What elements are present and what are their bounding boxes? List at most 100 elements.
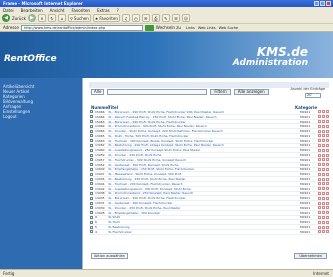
copy-icon[interactable] xyxy=(322,163,325,167)
copy-icon[interactable] xyxy=(322,182,325,186)
copy-icon[interactable] xyxy=(322,177,325,181)
copy-icon[interactable] xyxy=(322,215,325,219)
bulk-action-select[interactable]: Aktion auswählen xyxy=(91,253,128,259)
row-title-link[interactable]: 3L - Drucker - 250 Profi, Stuhl Eiche, P… xyxy=(105,206,300,210)
show-all-button[interactable]: Alle anzeigen xyxy=(233,89,269,95)
menu-file[interactable]: Datei xyxy=(3,8,14,13)
copy-icon[interactable] xyxy=(322,230,325,234)
category-filter-select[interactable]: Alle xyxy=(91,89,105,95)
delete-icon[interactable] xyxy=(326,201,329,205)
copy-icon[interactable] xyxy=(322,167,325,171)
delete-icon[interactable] xyxy=(326,177,329,181)
refresh-icon[interactable]: ↻ xyxy=(47,14,56,22)
menu-tools[interactable]: Extras xyxy=(97,8,110,13)
delete-icon[interactable] xyxy=(326,167,329,171)
delete-icon[interactable] xyxy=(326,163,329,167)
row-title-link[interactable]: 3L - Büroraum - 300 Profi, Stuhl Eiche, … xyxy=(105,196,300,200)
minimize-icon[interactable] xyxy=(314,1,319,6)
delete-icon[interactable] xyxy=(326,124,329,128)
copy-icon[interactable] xyxy=(322,110,325,114)
row-title-link[interactable]: 3L - Empfangstheke - 150 Profi, Stuhl Ei… xyxy=(105,167,300,171)
row-title-link[interactable]: 3L Stuhl xyxy=(105,215,300,219)
row-title-link[interactable]: 3L - Ausstellungswand - 300 Profi, Konze… xyxy=(105,187,300,191)
row-title-link[interactable]: 3L - Tischset - 200 Konzept, Flachdrucke… xyxy=(105,182,300,186)
link-item[interactable]: Web Links xyxy=(198,26,216,30)
edit-icon[interactable] xyxy=(318,124,321,128)
delete-icon[interactable] xyxy=(326,153,329,157)
edit-icon[interactable] xyxy=(318,158,321,162)
row-title-link[interactable]: 3L - Büroraum - 290 Profi, Stuhl Eiche, … xyxy=(105,120,300,124)
row-title-link[interactable]: 3L - Drucker - 250 Profi, Stuhl Eiche xyxy=(105,153,300,157)
link-item[interactable]: Web Suche xyxy=(219,26,238,30)
maximize-icon[interactable] xyxy=(320,1,325,6)
delete-icon[interactable] xyxy=(326,225,329,229)
copy-icon[interactable] xyxy=(322,129,325,133)
delete-icon[interactable] xyxy=(326,148,329,152)
edit-icon[interactable] xyxy=(318,167,321,171)
row-title-link[interactable]: 3L - Promotionsstand - 300 Profi, Stuhl … xyxy=(105,124,300,128)
row-title-link[interactable]: 3L - Promotionsstand - 250 Konzept, Paul… xyxy=(105,191,300,195)
row-title-link[interactable]: 3L - Ausstellungswand - 250 Konzept Stuh… xyxy=(105,148,300,152)
delete-icon[interactable] xyxy=(326,206,329,210)
delete-icon[interactable] xyxy=(326,119,329,123)
edit-icon[interactable] xyxy=(318,201,321,205)
edit-icon[interactable]: ✎ xyxy=(161,14,170,22)
menu-edit[interactable]: Bearbeiten xyxy=(21,8,43,13)
edit-icon[interactable] xyxy=(318,139,321,143)
stop-icon[interactable]: ✕ xyxy=(37,14,46,22)
row-title-link[interactable]: 3L Bestuhlung xyxy=(105,225,300,229)
delete-icon[interactable] xyxy=(326,196,329,200)
copy-icon[interactable] xyxy=(322,148,325,152)
messenger-icon[interactable]: ☺ xyxy=(181,14,191,22)
delete-icon[interactable] xyxy=(326,115,329,119)
address-input[interactable]: http://www.kms.de/rentoffice/admin/index… xyxy=(20,24,143,31)
delete-icon[interactable] xyxy=(326,139,329,143)
apply-button[interactable]: Übernehmen xyxy=(294,253,327,259)
copy-icon[interactable] xyxy=(322,119,325,123)
edit-icon[interactable] xyxy=(318,153,321,157)
back-label[interactable]: Zurück xyxy=(12,16,26,21)
search-filter-input[interactable] xyxy=(107,89,208,95)
close-icon[interactable] xyxy=(326,1,331,6)
edit-icon[interactable] xyxy=(318,163,321,167)
forward-icon[interactable]: ▶ xyxy=(27,14,36,22)
edit-icon[interactable] xyxy=(318,119,321,123)
delete-icon[interactable] xyxy=(326,187,329,191)
delete-icon[interactable] xyxy=(326,129,329,133)
edit-icon[interactable] xyxy=(318,182,321,186)
delete-icon[interactable] xyxy=(326,211,329,215)
menu-help[interactable]: ? xyxy=(117,8,119,13)
menu-favorites[interactable]: Favoriten xyxy=(71,8,90,13)
go-button[interactable] xyxy=(144,24,154,31)
row-title-link[interactable]: 3L - Flachdrucker - 300 Stuhl Eiche, Kon… xyxy=(105,158,300,162)
copy-icon[interactable] xyxy=(322,153,325,157)
search-icon[interactable]: ⚲ Suchen xyxy=(67,14,91,22)
history-icon[interactable]: ◷ xyxy=(131,14,140,22)
sidebar-item-logout[interactable]: Logout xyxy=(3,114,79,119)
edit-icon[interactable] xyxy=(318,220,321,224)
copy-icon[interactable] xyxy=(322,172,325,176)
delete-icon[interactable] xyxy=(326,220,329,224)
copy-icon[interactable] xyxy=(322,196,325,200)
edit-icon[interactable] xyxy=(318,211,321,215)
edit-icon[interactable] xyxy=(318,115,321,119)
copy-icon[interactable] xyxy=(322,211,325,215)
delete-icon[interactable] xyxy=(326,143,329,147)
edit-icon[interactable] xyxy=(318,110,321,114)
edit-icon[interactable] xyxy=(318,230,321,234)
row-title-link[interactable]: 3L - Empfangstheke - 300 Konzept xyxy=(105,211,300,215)
edit-icon[interactable] xyxy=(318,143,321,147)
edit-icon[interactable] xyxy=(318,177,321,181)
copy-icon[interactable] xyxy=(322,191,325,195)
row-title-link[interactable]: 3L - Drucker - Stuhl Eiche, Konzept, 200… xyxy=(105,129,300,133)
delete-icon[interactable] xyxy=(326,172,329,176)
copy-icon[interactable] xyxy=(322,158,325,162)
row-title-link[interactable]: 3L - Gartenset - 200 Konzept, Flachdruck… xyxy=(105,201,300,205)
copy-icon[interactable] xyxy=(322,225,325,229)
edit-icon[interactable] xyxy=(318,134,321,138)
edit-icon[interactable] xyxy=(318,196,321,200)
edit-icon[interactable] xyxy=(318,148,321,152)
edit-icon[interactable] xyxy=(318,129,321,133)
copy-icon[interactable] xyxy=(322,143,325,147)
copy-icon[interactable] xyxy=(322,115,325,119)
